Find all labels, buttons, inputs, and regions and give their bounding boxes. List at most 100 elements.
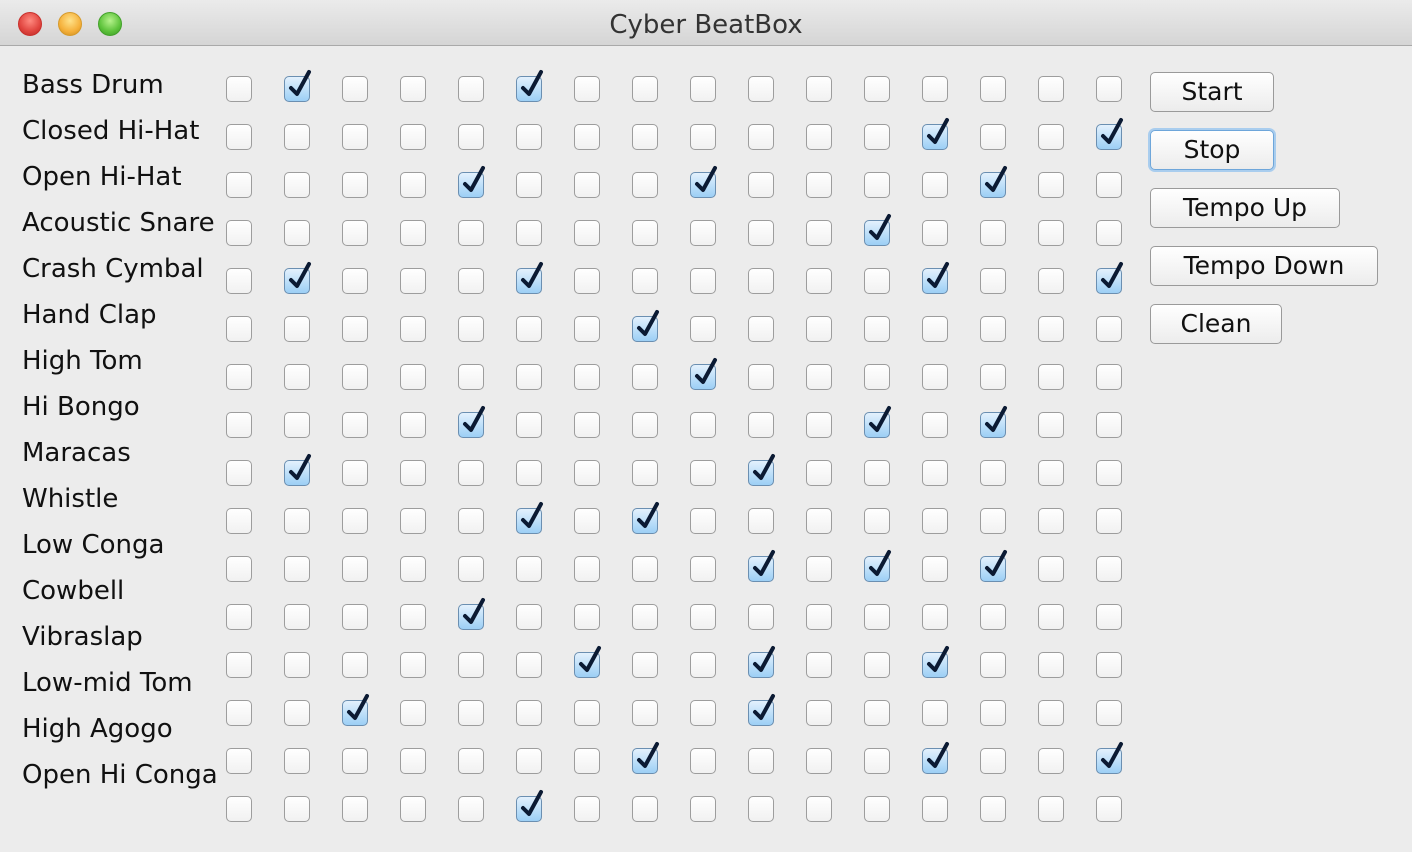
beat-checkbox[interactable] — [690, 700, 716, 726]
beat-checkbox[interactable] — [1096, 364, 1122, 390]
beat-checkbox[interactable] — [1038, 412, 1064, 438]
beat-checkbox[interactable] — [342, 172, 368, 198]
beat-checkbox[interactable] — [922, 556, 948, 582]
beat-checkbox[interactable] — [1038, 556, 1064, 582]
beat-checkbox[interactable] — [806, 604, 832, 630]
beat-checkbox[interactable] — [226, 268, 252, 294]
beat-checkbox[interactable] — [632, 124, 658, 150]
beat-checkbox[interactable] — [690, 220, 716, 246]
beat-checkbox[interactable] — [400, 700, 426, 726]
beat-checkbox-checked[interactable] — [748, 454, 775, 486]
beat-checkbox[interactable] — [690, 748, 716, 774]
beat-checkbox-checked[interactable] — [748, 646, 775, 678]
beat-checkbox[interactable] — [458, 460, 484, 486]
beat-checkbox[interactable] — [690, 124, 716, 150]
beat-checkbox[interactable] — [632, 220, 658, 246]
beat-checkbox[interactable] — [1038, 268, 1064, 294]
beat-checkbox[interactable] — [748, 364, 774, 390]
beat-checkbox[interactable] — [516, 364, 542, 390]
beat-checkbox[interactable] — [1096, 76, 1122, 102]
beat-checkbox[interactable] — [284, 316, 310, 342]
beat-checkbox[interactable] — [342, 796, 368, 822]
beat-checkbox[interactable] — [864, 268, 890, 294]
beat-checkbox[interactable] — [632, 796, 658, 822]
beat-checkbox-checked[interactable] — [690, 358, 717, 390]
beat-checkbox[interactable] — [574, 76, 600, 102]
beat-checkbox[interactable] — [748, 268, 774, 294]
beat-checkbox[interactable] — [400, 124, 426, 150]
beat-checkbox[interactable] — [864, 748, 890, 774]
beat-checkbox[interactable] — [342, 268, 368, 294]
beat-checkbox[interactable] — [864, 508, 890, 534]
beat-checkbox[interactable] — [632, 172, 658, 198]
beat-checkbox-checked[interactable] — [980, 406, 1007, 438]
beat-checkbox[interactable] — [748, 796, 774, 822]
beat-checkbox[interactable] — [632, 604, 658, 630]
beat-checkbox[interactable] — [1038, 76, 1064, 102]
beat-checkbox[interactable] — [574, 556, 600, 582]
beat-checkbox[interactable] — [458, 700, 484, 726]
beat-checkbox[interactable] — [922, 700, 948, 726]
beat-checkbox-checked[interactable] — [458, 598, 485, 630]
beat-checkbox-checked[interactable] — [690, 166, 717, 198]
beat-checkbox[interactable] — [342, 124, 368, 150]
beat-checkbox-checked[interactable] — [458, 406, 485, 438]
beat-checkbox[interactable] — [458, 76, 484, 102]
beat-checkbox[interactable] — [516, 172, 542, 198]
beat-checkbox[interactable] — [806, 124, 832, 150]
beat-checkbox[interactable] — [864, 76, 890, 102]
beat-checkbox[interactable] — [458, 796, 484, 822]
beat-checkbox-checked[interactable] — [284, 262, 311, 294]
beat-checkbox[interactable] — [226, 460, 252, 486]
beat-checkbox[interactable] — [806, 364, 832, 390]
beat-checkbox[interactable] — [342, 652, 368, 678]
beat-checkbox[interactable] — [864, 124, 890, 150]
beat-checkbox-checked[interactable] — [1096, 262, 1123, 294]
beat-checkbox-checked[interactable] — [922, 262, 949, 294]
beat-checkbox[interactable] — [342, 460, 368, 486]
beat-checkbox[interactable] — [226, 556, 252, 582]
beat-checkbox[interactable] — [458, 220, 484, 246]
clean-button[interactable]: Clean — [1150, 304, 1282, 344]
beat-checkbox[interactable] — [226, 796, 252, 822]
beat-checkbox-checked[interactable] — [284, 70, 311, 102]
beat-checkbox[interactable] — [806, 508, 832, 534]
beat-checkbox[interactable] — [632, 76, 658, 102]
beat-checkbox[interactable] — [690, 796, 716, 822]
beat-checkbox[interactable] — [516, 316, 542, 342]
beat-checkbox[interactable] — [516, 748, 542, 774]
beat-checkbox[interactable] — [1096, 700, 1122, 726]
beat-checkbox[interactable] — [458, 652, 484, 678]
beat-checkbox[interactable] — [864, 364, 890, 390]
beat-checkbox[interactable] — [922, 412, 948, 438]
beat-checkbox[interactable] — [922, 796, 948, 822]
beat-checkbox[interactable] — [1038, 748, 1064, 774]
beat-checkbox[interactable] — [690, 460, 716, 486]
beat-checkbox[interactable] — [690, 412, 716, 438]
beat-checkbox[interactable] — [980, 124, 1006, 150]
beat-checkbox[interactable] — [516, 124, 542, 150]
beat-checkbox-checked[interactable] — [342, 694, 369, 726]
beat-checkbox[interactable] — [806, 412, 832, 438]
beat-checkbox[interactable] — [922, 76, 948, 102]
beat-checkbox[interactable] — [400, 748, 426, 774]
beat-checkbox[interactable] — [690, 508, 716, 534]
beat-checkbox[interactable] — [284, 172, 310, 198]
beat-checkbox-checked[interactable] — [748, 550, 775, 582]
tempo-up-button[interactable]: Tempo Up — [1150, 188, 1340, 228]
beat-checkbox[interactable] — [574, 124, 600, 150]
beat-checkbox[interactable] — [980, 220, 1006, 246]
beat-checkbox[interactable] — [1096, 220, 1122, 246]
beat-checkbox[interactable] — [342, 508, 368, 534]
beat-checkbox[interactable] — [226, 700, 252, 726]
beat-checkbox-checked[interactable] — [864, 214, 891, 246]
beat-checkbox-checked[interactable] — [922, 118, 949, 150]
beat-checkbox[interactable] — [864, 700, 890, 726]
beat-checkbox[interactable] — [342, 748, 368, 774]
beat-checkbox[interactable] — [1038, 172, 1064, 198]
beat-checkbox[interactable] — [400, 268, 426, 294]
beat-checkbox[interactable] — [284, 556, 310, 582]
beat-checkbox[interactable] — [980, 796, 1006, 822]
beat-checkbox[interactable] — [922, 220, 948, 246]
beat-checkbox[interactable] — [574, 412, 600, 438]
